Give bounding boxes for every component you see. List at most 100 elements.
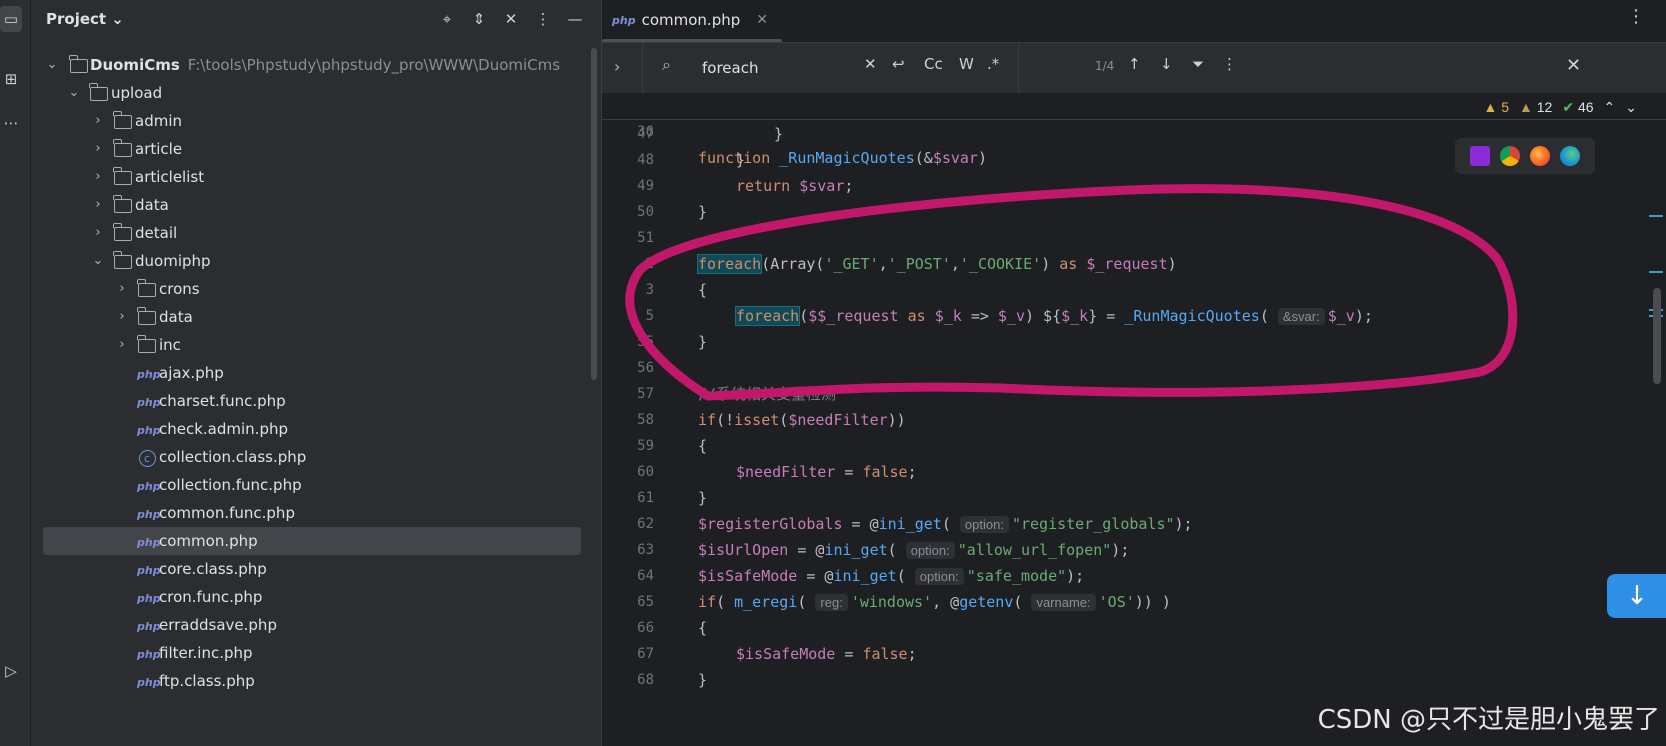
tree-item-label: collection.func.php [159,476,302,494]
folder-icon[interactable]: ▭ [0,6,22,32]
php-file-icon: php [137,620,161,633]
tree-item[interactable]: php erraddsave.php [31,611,601,639]
more-options-icon[interactable]: ⋮ [1222,55,1237,73]
chevron-right-icon[interactable]: › [91,191,105,219]
find-bar: › ⌕ ✕ ↩ Cc W .* 1/4 ↑ ↓ ⏷ ⋮ ✕ [602,43,1666,94]
code-line: 59{ [637,437,708,455]
tree-item[interactable]: php common.func.php [31,499,601,527]
tree-item[interactable]: php common.php [43,527,581,555]
tree-item[interactable]: php ftp.class.php [31,667,601,695]
tree-item[interactable]: › data [31,191,601,219]
tree-item[interactable]: php check.admin.php [31,415,601,443]
tab-label: common.php [641,11,741,29]
code-view[interactable]: 36 function _RunMagicQuotes(&$svar) 47} … [602,93,1666,746]
code-line: 55} [637,333,708,351]
browser-popup [1455,138,1595,174]
tab-options-icon[interactable]: ⋮ [1627,6,1645,27]
chrome-icon[interactable] [1500,146,1520,166]
php-file-icon: php [137,564,161,577]
chevron-down-icon[interactable]: ⌄ [45,51,59,79]
tree-root[interactable]: ⌄ DuomiCms F:\tools\Phpstudy\phpstudy_pro… [31,51,601,79]
tree-item[interactable]: ⌄ duomiphp [31,247,601,275]
collapse-all-icon[interactable]: ✕ [501,8,521,30]
code-line: 2 foreach(Array('_GET','_POST','_COOKIE')… [645,254,1177,274]
tree-item[interactable]: php charset.func.php [31,387,601,415]
arrow-up-icon[interactable]: ↑ [1128,55,1141,73]
tree-item[interactable]: › articlelist [31,163,601,191]
chevron-down-icon[interactable]: ⌄ [1625,99,1637,116]
tree-item[interactable]: php cron.func.php [31,583,601,611]
search-input[interactable] [700,53,874,83]
tree-item-label: inc [159,336,181,354]
php-file-icon: php [612,13,636,27]
tree-item[interactable]: php collection.func.php [31,471,601,499]
arrow-down-icon[interactable]: ↓ [1160,55,1173,73]
tree-item-label: ajax.php [159,364,224,382]
code-line: 51 [637,230,654,246]
tree-item[interactable]: php ajax.php [31,359,601,387]
code-line: 68} [637,671,708,689]
folder-icon [113,219,133,247]
words-button[interactable]: W [959,55,974,73]
filter-icon[interactable]: ⏷ [1192,55,1204,73]
tree-item[interactable]: ⌄ upload [31,79,601,107]
close-find-icon[interactable]: ✕ [1566,55,1581,76]
tree-item-label: duomiphp [135,252,211,270]
folder-icon [113,107,133,135]
tab-common-php[interactable]: php common.php ✕ [612,0,768,40]
php-file-icon: php [137,368,161,381]
chevron-right-icon[interactable]: › [91,163,105,191]
more-icon[interactable]: ⋯ [0,110,22,136]
chevron-right-icon[interactable]: › [115,331,129,359]
code-line: 56 [637,360,654,376]
tree-item[interactable]: c collection.class.php [31,443,601,471]
expand-all-icon[interactable]: ⇕ [469,8,489,30]
tree-item[interactable]: › crons [31,275,601,303]
tree-item[interactable]: php core.class.php [31,555,601,583]
edge-icon[interactable] [1560,146,1580,166]
tree-item-label: filter.inc.php [159,644,253,662]
crosshair-icon[interactable]: ⌖ [437,8,457,30]
tree-item-label: erraddsave.php [159,616,277,634]
chevron-up-icon[interactable]: ⌃ [1604,99,1616,116]
phpstorm-icon[interactable] [1470,146,1490,166]
preserve-case-icon[interactable]: ↩ [892,55,905,73]
close-icon[interactable]: ✕ [756,12,768,28]
regex-button[interactable]: .* [987,55,999,73]
chevron-right-icon[interactable]: › [614,57,620,76]
tree-item[interactable]: › article [31,135,601,163]
code-line: 58 if(!isset($needFilter)) [637,411,906,429]
firefox-icon[interactable] [1530,146,1550,166]
chevron-down-icon[interactable]: ⌄ [91,247,105,275]
minimize-icon[interactable]: — [565,8,585,30]
clear-icon[interactable]: ✕ [864,55,877,73]
tree-item-label: cron.func.php [159,588,263,606]
project-title[interactable]: Project ⌄ [46,10,124,28]
tree-item[interactable]: › data [31,303,601,331]
scroll-marker [1649,215,1663,217]
chevron-right-icon[interactable]: › [91,219,105,247]
chevron-right-icon[interactable]: › [91,107,105,135]
editor-scrollbar[interactable] [1653,288,1661,384]
project-header: Project ⌄ ⌖ ⇕ ✕ ⋮ — [31,0,601,40]
tree-item-label: data [135,196,169,214]
structure-icon[interactable]: ⊞ [0,66,22,92]
tree-item[interactable]: › inc [31,331,601,359]
code-line: 67 $isSafeMode = false; [637,645,917,663]
inspection-widget[interactable]: ▲ 5 ▲ 12 ✔ 46 ⌃ ⌄ [1483,99,1637,116]
chevron-right-icon[interactable]: › [91,135,105,163]
options-icon[interactable]: ⋮ [533,8,553,30]
project-scrollbar[interactable] [591,48,597,380]
tree-item[interactable]: › detail [31,219,601,247]
chevron-down-icon[interactable]: ⌄ [67,79,81,107]
tab-bar: php common.php ✕ ⋮ [602,0,1666,43]
scroll-down-button[interactable]: ↓ [1607,574,1666,618]
tree-item[interactable]: php filter.inc.php [31,639,601,667]
chevron-right-icon[interactable]: › [115,303,129,331]
chevron-right-icon[interactable]: › [115,275,129,303]
param-hint: varname: [1031,594,1096,611]
tree-item[interactable]: › admin [31,107,601,135]
match-case-button[interactable]: Cc [924,55,943,73]
search-icon[interactable]: ⌕ [662,55,671,75]
services-icon[interactable]: ▷ [0,658,22,684]
